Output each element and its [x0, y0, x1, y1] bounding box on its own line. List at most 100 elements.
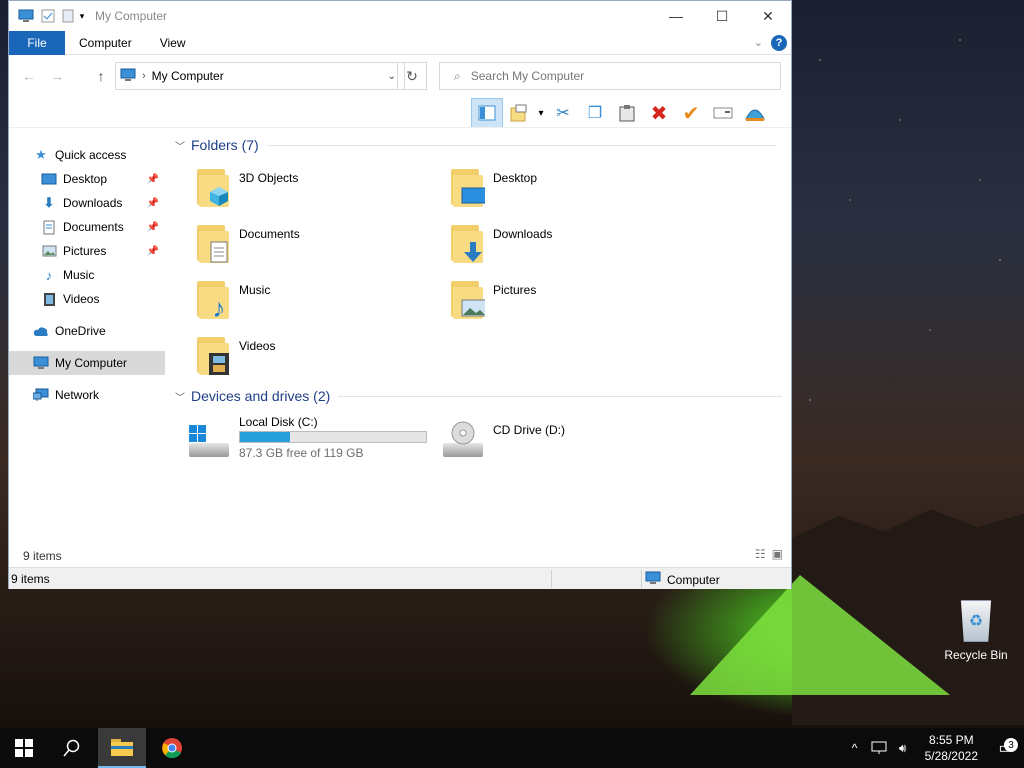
- refresh-button[interactable]: ↻: [397, 62, 427, 90]
- folder-label: Music: [239, 283, 271, 297]
- search-box[interactable]: ⌕ Search My Computer: [439, 62, 781, 90]
- toolbar: ▾ ✂ ❐ ✖ ✔: [471, 97, 771, 129]
- pin-icon[interactable]: 📌: [147, 198, 159, 209]
- clock[interactable]: 8:55 PM 5/28/2022: [925, 732, 978, 764]
- sidebar-item-network[interactable]: Network: [9, 383, 165, 407]
- sidebar-item-label: Network: [55, 388, 100, 402]
- folder-icon: [193, 167, 233, 209]
- copy-icon[interactable]: ❐: [579, 98, 611, 128]
- folder-pictures[interactable]: Pictures: [447, 279, 687, 329]
- folder-3d-objects[interactable]: 3D Objects: [193, 167, 433, 217]
- navigation-pane: ★ Quick access Desktop 📌 ⬇ Downloads 📌 D…: [9, 139, 165, 549]
- sidebar-item-pictures[interactable]: Pictures 📌: [9, 239, 165, 263]
- sidebar-item-documents[interactable]: Documents 📌: [9, 215, 165, 239]
- sidebar-item-music[interactable]: ♪ Music: [9, 263, 165, 287]
- properties-icon[interactable]: [503, 98, 535, 128]
- group-divider: [266, 144, 777, 146]
- drive-local-disk-c[interactable]: Local Disk (C:) 87.3 GB free of 119 GB: [187, 415, 447, 475]
- properties-dropdown-icon[interactable]: ▾: [535, 98, 547, 128]
- start-button[interactable]: [0, 728, 48, 768]
- network-icon: [33, 387, 49, 403]
- sidebar-item-label: Documents: [63, 220, 124, 234]
- paste-icon[interactable]: [611, 98, 643, 128]
- back-button[interactable]: ←: [19, 67, 39, 85]
- window-title: My Computer: [95, 9, 168, 23]
- folder-downloads[interactable]: Downloads: [447, 223, 687, 273]
- up-button[interactable]: ↑: [91, 67, 111, 85]
- sidebar-item-downloads[interactable]: ⬇ Downloads 📌: [9, 191, 165, 215]
- minimize-button[interactable]: —: [653, 1, 699, 31]
- search-placeholder[interactable]: Search My Computer: [471, 69, 584, 83]
- large-icons-view-icon[interactable]: ▣: [772, 547, 783, 561]
- rename-icon[interactable]: [707, 98, 739, 128]
- check-icon[interactable]: ✔: [675, 98, 707, 128]
- cut-icon[interactable]: ✂: [547, 98, 579, 128]
- sidebar-item-quick-access[interactable]: ★ Quick access: [9, 143, 165, 167]
- folders-group-header[interactable]: ﹀ Folders (7): [175, 137, 777, 153]
- preview-pane-icon[interactable]: [471, 98, 503, 128]
- status-divider: [551, 570, 552, 588]
- sidebar-item-my-computer[interactable]: My Computer: [9, 351, 165, 375]
- details-view-icon[interactable]: ☷: [755, 547, 766, 561]
- tab-computer[interactable]: Computer: [65, 31, 146, 55]
- title-bar[interactable]: ▾ My Computer — ☐ ✕: [9, 1, 791, 31]
- status-location: Computer: [667, 572, 720, 587]
- ribbon-expand-icon[interactable]: ⌄: [754, 36, 763, 49]
- folder-desktop[interactable]: Desktop: [447, 167, 687, 217]
- customize-quick-access-icon[interactable]: ▾: [77, 8, 87, 24]
- forward-button[interactable]: →: [47, 67, 67, 85]
- notifications-button[interactable]: ▭ 3: [988, 738, 1024, 758]
- network-status-icon[interactable]: [867, 741, 891, 755]
- drive-usage-bar: [239, 431, 427, 443]
- folder-icon: [447, 223, 487, 265]
- film-icon: [41, 291, 57, 307]
- folder-icon: [193, 335, 233, 377]
- chevron-down-icon: ﹀: [175, 141, 185, 153]
- search-icon: ⌕: [454, 68, 461, 83]
- pin-icon[interactable]: 📌: [147, 174, 159, 185]
- help-icon[interactable]: ?: [771, 35, 787, 51]
- tab-file[interactable]: File: [9, 30, 65, 55]
- clock-date: 5/28/2022: [924, 749, 978, 763]
- show-hidden-icons-icon[interactable]: ^: [843, 741, 867, 755]
- film-icon: [207, 353, 231, 375]
- folder-icon: [111, 739, 133, 756]
- address-dropdown-icon[interactable]: ⌄: [388, 71, 396, 82]
- address-bar[interactable]: › My Computer ⌄: [115, 62, 405, 90]
- recycle-bin-shortcut[interactable]: ♻ Recycle Bin: [940, 600, 1012, 662]
- toolbar-divider: [9, 127, 791, 128]
- pin-icon[interactable]: 📌: [147, 246, 159, 257]
- folder-videos[interactable]: Videos: [193, 335, 433, 385]
- folder-documents[interactable]: Documents: [193, 223, 433, 273]
- desktop-icon: [461, 185, 485, 207]
- delete-icon[interactable]: ✖: [643, 98, 675, 128]
- search-button[interactable]: [48, 728, 96, 768]
- breadcrumb-my-computer[interactable]: My Computer: [152, 69, 224, 83]
- tab-view[interactable]: View: [146, 31, 200, 55]
- navigation-bar: ← → ↑ › My Computer ⌄ ↻ ⌕ Search My Comp…: [9, 61, 791, 91]
- folder-music[interactable]: ♪ Music: [193, 279, 433, 329]
- sidebar-item-desktop[interactable]: Desktop 📌: [9, 167, 165, 191]
- volume-icon[interactable]: 🔊︎: [891, 741, 915, 756]
- folder-icon: [447, 167, 487, 209]
- picture-icon: [461, 297, 485, 319]
- drive-cd-drive-d[interactable]: CD Drive (D:): [441, 415, 701, 475]
- music-note-icon: ♪: [45, 267, 53, 283]
- folder-icon: [447, 279, 487, 321]
- pin-icon[interactable]: 📌: [147, 222, 159, 233]
- sidebar-item-onedrive[interactable]: OneDrive: [9, 319, 165, 343]
- maximize-button[interactable]: ☐: [699, 1, 745, 31]
- file-explorer-window: ▾ My Computer — ☐ ✕ File Computer View ⌄…: [8, 0, 792, 589]
- content-pane: ﹀ Folders (7) 3D Objects Desktop Documen…: [169, 131, 789, 551]
- sidebar-item-videos[interactable]: Videos: [9, 287, 165, 311]
- drive-free-space: 87.3 GB free of 119 GB: [239, 446, 364, 460]
- new-folder-quick-icon[interactable]: [59, 8, 77, 24]
- shell-icon[interactable]: [739, 98, 771, 128]
- taskbar-chrome[interactable]: [148, 728, 196, 768]
- taskbar-file-explorer[interactable]: [98, 728, 146, 768]
- folder-label: Desktop: [493, 171, 538, 185]
- breadcrumb-separator[interactable]: ›: [142, 70, 146, 82]
- close-button[interactable]: ✕: [745, 1, 791, 31]
- properties-quick-icon[interactable]: [39, 8, 57, 24]
- devices-group-header[interactable]: ﹀ Devices and drives (2): [175, 388, 783, 404]
